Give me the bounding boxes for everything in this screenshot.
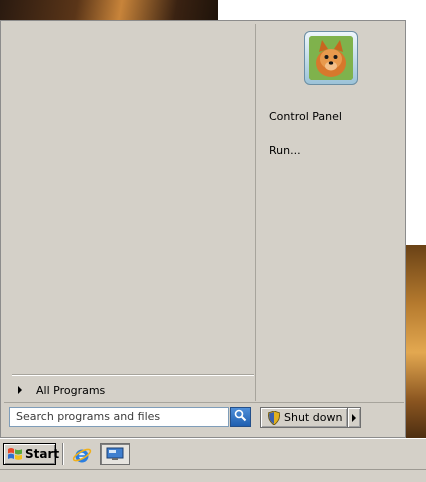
taskbar: Start bbox=[0, 438, 426, 482]
search-input[interactable]: Search programs and files bbox=[9, 407, 229, 427]
taskbar-bottom-strip bbox=[0, 469, 426, 482]
shutdown-button[interactable]: Shut down bbox=[260, 407, 348, 428]
chevron-right-icon bbox=[352, 413, 356, 422]
search-placeholder: Search programs and files bbox=[16, 410, 161, 423]
programs-separator bbox=[12, 374, 254, 375]
footer-separator bbox=[4, 402, 404, 403]
show-desktop-icon[interactable] bbox=[100, 443, 130, 465]
internet-explorer-icon[interactable] bbox=[72, 445, 92, 465]
desktop-wallpaper-right bbox=[405, 245, 426, 440]
expand-arrow-icon bbox=[18, 386, 22, 394]
start-menu: All Programs Control Panel Run... Search… bbox=[0, 20, 406, 438]
all-programs-label: All Programs bbox=[36, 383, 106, 397]
magnifier-icon bbox=[234, 409, 247, 425]
search-button[interactable] bbox=[230, 407, 251, 427]
all-programs-item[interactable]: All Programs bbox=[12, 380, 254, 400]
start-label: Start bbox=[25, 447, 60, 461]
system-pane: Control Panel Run... bbox=[257, 21, 405, 401]
control-panel-item[interactable]: Control Panel bbox=[269, 108, 342, 125]
run-item[interactable]: Run... bbox=[269, 142, 301, 159]
programs-pane: All Programs bbox=[4, 24, 256, 401]
uac-shield-icon bbox=[268, 410, 280, 425]
run-label: Run... bbox=[269, 144, 301, 157]
shutdown-label: Shut down bbox=[284, 411, 343, 424]
user-picture[interactable] bbox=[304, 31, 358, 85]
windows-logo-icon bbox=[7, 447, 23, 461]
quick-launch-separator bbox=[62, 443, 64, 465]
start-button[interactable]: Start bbox=[3, 443, 60, 465]
dog-avatar-icon bbox=[309, 36, 353, 80]
shutdown-options-button[interactable] bbox=[348, 407, 361, 428]
control-panel-label: Control Panel bbox=[269, 110, 342, 123]
